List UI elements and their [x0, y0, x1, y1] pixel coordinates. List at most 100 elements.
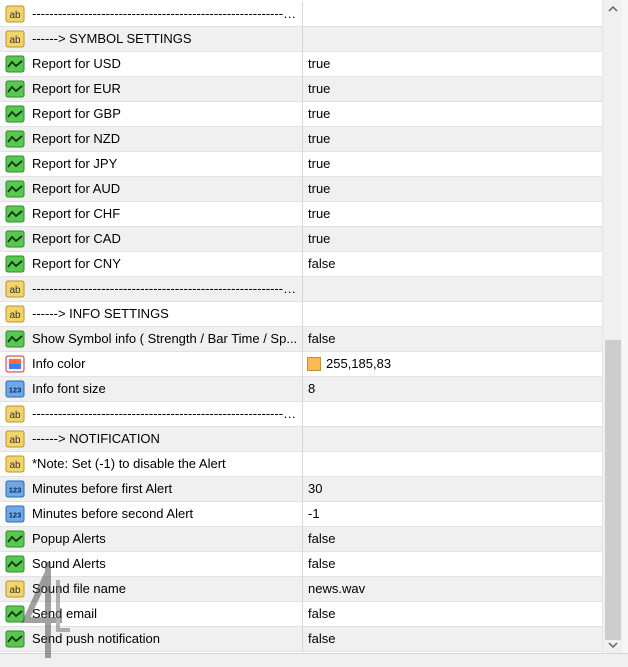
- string-ab-icon: ab: [5, 455, 25, 473]
- property-value[interactable]: true: [308, 202, 330, 226]
- property-row[interactable]: 123 Info font size 8: [0, 377, 602, 402]
- svg-text:ab: ab: [9, 10, 21, 21]
- property-name: Minutes before first Alert: [32, 481, 173, 496]
- property-row[interactable]: 123 Minutes before second Alert -1: [0, 502, 602, 527]
- svg-text:ab: ab: [9, 35, 21, 46]
- svg-text:ab: ab: [9, 460, 21, 471]
- property-value[interactable]: true: [308, 152, 330, 176]
- bool-check-icon: [5, 155, 25, 173]
- svg-text:123: 123: [9, 511, 22, 520]
- property-row[interactable]: Popup Alerts false: [0, 527, 602, 552]
- string-ab-icon: ab: [5, 405, 25, 423]
- property-row[interactable]: ab --------------------------------------…: [0, 277, 602, 302]
- property-name: Report for JPY: [32, 156, 118, 171]
- property-row[interactable]: Report for NZD true: [0, 127, 602, 152]
- property-name: Report for USD: [32, 56, 121, 71]
- property-value[interactable]: true: [308, 77, 330, 101]
- bool-check-icon: [5, 55, 25, 73]
- property-value[interactable]: false: [308, 602, 335, 626]
- property-name: ------> SYMBOL SETTINGS: [32, 31, 192, 46]
- string-ab-icon: ab: [5, 305, 25, 323]
- property-name: ------> INFO SETTINGS: [32, 306, 169, 321]
- property-value[interactable]: false: [308, 327, 335, 351]
- property-value[interactable]: news.wav: [308, 577, 365, 601]
- property-row[interactable]: Report for GBP true: [0, 102, 602, 127]
- property-row[interactable]: ab *Note: Set (-1) to disable the Alert: [0, 452, 602, 477]
- column-divider: [302, 327, 303, 352]
- bool-check-icon: [5, 230, 25, 248]
- color-icon: [5, 355, 25, 373]
- property-row[interactable]: Report for CAD true: [0, 227, 602, 252]
- property-row[interactable]: Report for USD true: [0, 52, 602, 77]
- scroll-down-arrow-icon[interactable]: [608, 640, 618, 650]
- property-value[interactable]: false: [308, 252, 335, 276]
- color-swatch[interactable]: [307, 357, 321, 371]
- property-row[interactable]: ab --------------------------------------…: [0, 2, 602, 27]
- string-ab-icon: ab: [5, 430, 25, 448]
- property-name: Report for CNY: [32, 256, 121, 271]
- property-value[interactable]: true: [308, 227, 330, 251]
- int-123-icon: 123: [5, 480, 25, 498]
- property-row[interactable]: Report for CNY false: [0, 252, 602, 277]
- property-name: Report for CHF: [32, 206, 121, 221]
- property-row[interactable]: 123 Minutes before first Alert 30: [0, 477, 602, 502]
- column-divider: [302, 352, 303, 377]
- property-value[interactable]: true: [308, 177, 330, 201]
- property-value[interactable]: 8: [308, 377, 315, 401]
- column-divider: [302, 602, 303, 627]
- property-value[interactable]: false: [308, 552, 335, 576]
- property-row[interactable]: ab ------> INFO SETTINGS: [0, 302, 602, 327]
- column-divider: [302, 377, 303, 402]
- column-divider: [302, 477, 303, 502]
- bool-check-icon: [5, 180, 25, 198]
- property-row[interactable]: Send email false: [0, 602, 602, 627]
- svg-text:ab: ab: [9, 410, 21, 421]
- string-ab-icon: ab: [5, 5, 25, 23]
- property-row[interactable]: Report for EUR true: [0, 77, 602, 102]
- property-value[interactable]: true: [308, 127, 330, 151]
- property-name: ----------------------------------------…: [32, 6, 300, 21]
- column-divider: [302, 502, 303, 527]
- svg-text:ab: ab: [9, 435, 21, 446]
- bool-check-icon: [5, 105, 25, 123]
- window-edge: [622, 0, 628, 667]
- int-123-icon: 123: [5, 380, 25, 398]
- property-value[interactable]: 255,185,83: [326, 352, 391, 376]
- bool-check-icon: [5, 205, 25, 223]
- string-ab-icon: ab: [5, 280, 25, 298]
- column-divider: [302, 2, 303, 27]
- column-divider: [302, 127, 303, 152]
- property-row[interactable]: ab Sound file name news.wav: [0, 577, 602, 602]
- property-value[interactable]: -1: [308, 502, 320, 526]
- property-row[interactable]: Send push notification false: [0, 627, 602, 652]
- property-name: Report for GBP: [32, 106, 121, 121]
- property-value[interactable]: false: [308, 527, 335, 551]
- scroll-up-arrow-icon[interactable]: [608, 4, 618, 14]
- bottom-edge: [0, 653, 628, 667]
- column-divider: [302, 202, 303, 227]
- property-name: Report for EUR: [32, 81, 121, 96]
- property-row[interactable]: ab --------------------------------------…: [0, 402, 602, 427]
- column-divider: [302, 177, 303, 202]
- column-divider: [302, 27, 303, 52]
- property-row[interactable]: Report for CHF true: [0, 202, 602, 227]
- string-ab-icon: ab: [5, 30, 25, 48]
- property-value[interactable]: true: [308, 102, 330, 126]
- vertical-scrollbar[interactable]: [602, 0, 622, 653]
- property-row[interactable]: Report for AUD true: [0, 177, 602, 202]
- property-row[interactable]: Sound Alerts false: [0, 552, 602, 577]
- property-row[interactable]: Info color 255,185,83: [0, 352, 602, 377]
- property-row[interactable]: ab ------> NOTIFICATION: [0, 427, 602, 452]
- property-row[interactable]: Report for JPY true: [0, 152, 602, 177]
- property-row[interactable]: ab ------> SYMBOL SETTINGS: [0, 27, 602, 52]
- inputs-grid: ab --------------------------------------…: [0, 0, 602, 653]
- property-name: *Note: Set (-1) to disable the Alert: [32, 456, 226, 471]
- scrollbar-thumb[interactable]: [605, 340, 621, 640]
- column-divider: [302, 302, 303, 327]
- column-divider: [302, 102, 303, 127]
- property-value[interactable]: false: [308, 627, 335, 651]
- column-divider: [302, 552, 303, 577]
- property-value[interactable]: 30: [308, 477, 322, 501]
- property-value[interactable]: true: [308, 52, 330, 76]
- property-row[interactable]: Show Symbol info ( Strength / Bar Time /…: [0, 327, 602, 352]
